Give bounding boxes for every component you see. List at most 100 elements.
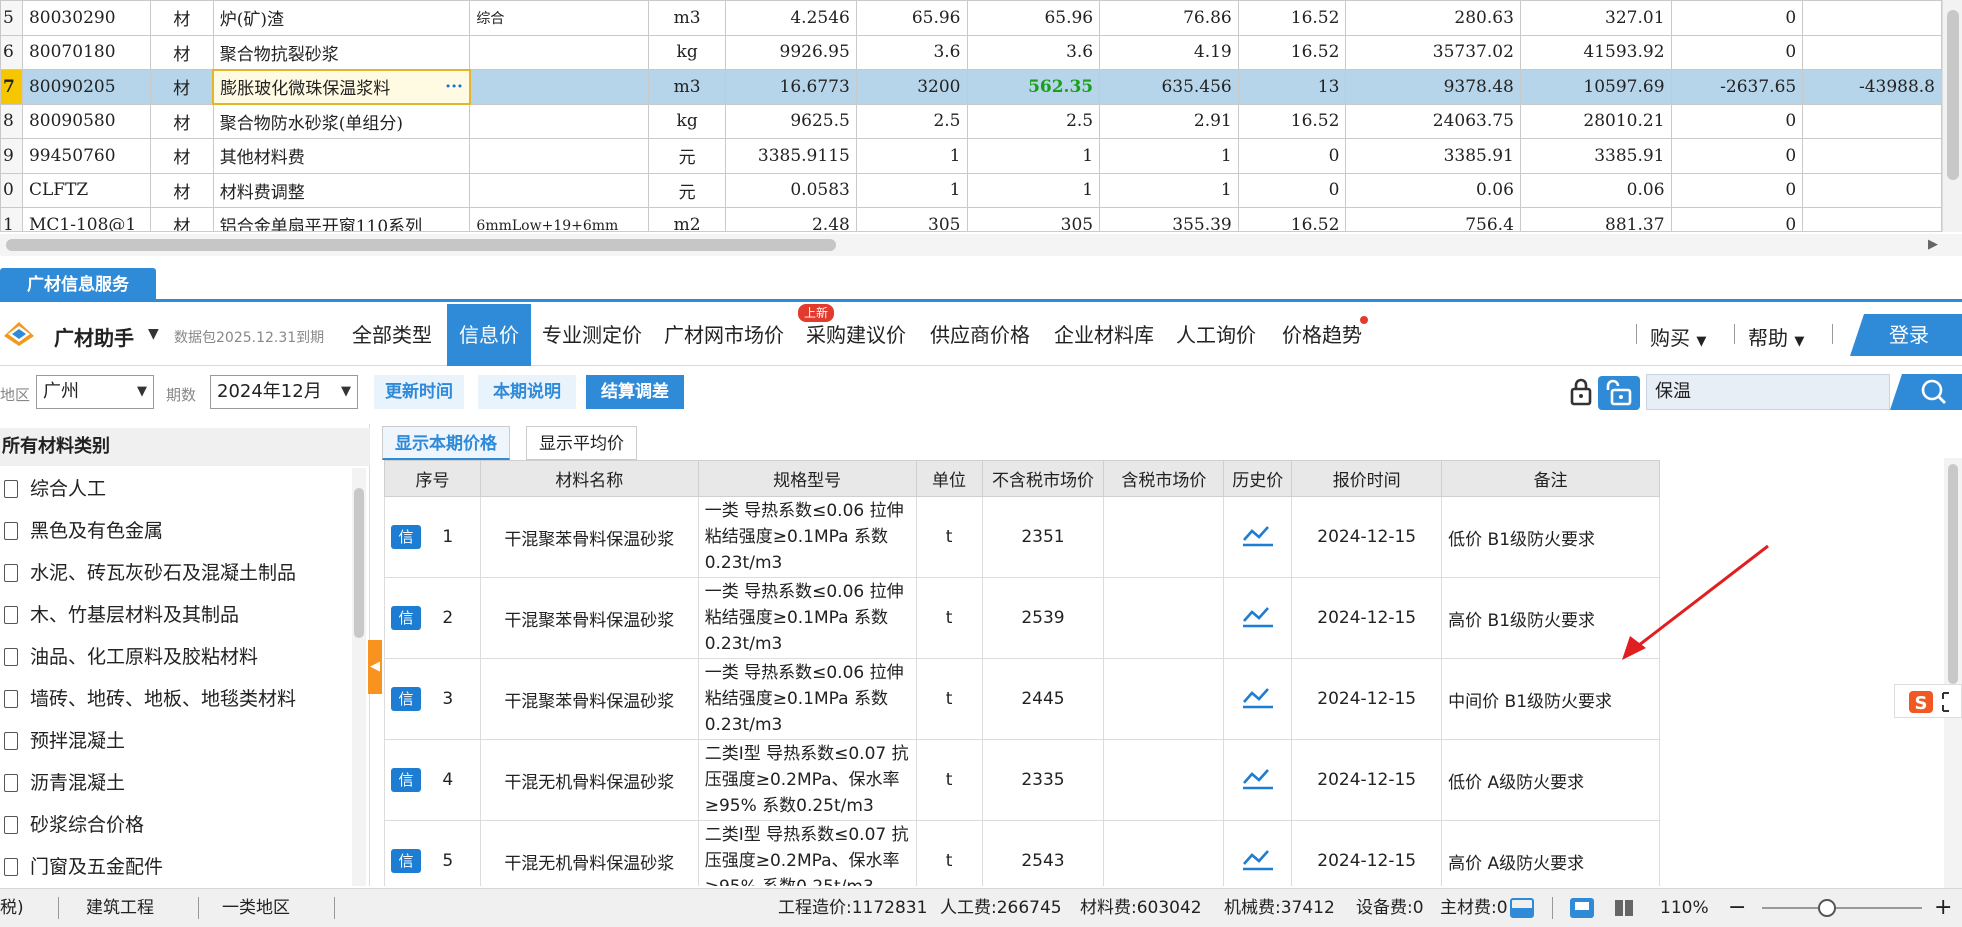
- cell-no[interactable]: 信 3: [384, 658, 481, 740]
- cell-history[interactable]: [1223, 658, 1293, 740]
- cell-price[interactable]: 2445: [981, 658, 1105, 740]
- cell-price-diff[interactable]: 0: [1670, 103, 1804, 139]
- cell-price[interactable]: 2.5: [855, 103, 968, 139]
- cell-amount[interactable]: 0.06: [1345, 172, 1521, 208]
- cell-type[interactable]: 材: [149, 207, 214, 231]
- cell-code[interactable]: 99450760: [21, 138, 151, 174]
- category-item[interactable]: 黑色及有色金属: [0, 510, 163, 552]
- category-item[interactable]: 水泥、砖瓦灰砂石及混凝土制品: [0, 552, 296, 594]
- cell-quantity[interactable]: 4.2546: [725, 0, 857, 36]
- cell-spec[interactable]: 一类 导热系数≤0.06 拉伸粘结强度≥0.1MPa 系数0.23t/m3: [697, 658, 917, 740]
- cell-code[interactable]: CLFTZ: [21, 172, 151, 208]
- cell-code[interactable]: 80090205: [21, 69, 151, 105]
- assistant-menu[interactable]: 广材助手: [54, 322, 134, 351]
- cell-unit[interactable]: t: [915, 739, 983, 821]
- layout-split-icon[interactable]: [1610, 896, 1638, 920]
- tab-material-info-service[interactable]: 广材信息服务: [0, 268, 156, 302]
- cell-name[interactable]: 聚合物抗裂砂浆: [212, 34, 471, 70]
- category-item[interactable]: 沥青混凝土: [0, 762, 125, 804]
- cell-spec[interactable]: 一类 导热系数≤0.06 拉伸粘结强度≥0.1MPa 系数0.23t/m3: [697, 577, 917, 659]
- cell-tax-price[interactable]: 2.91: [1099, 103, 1239, 139]
- cell-spec[interactable]: [469, 172, 650, 208]
- cell-quantity[interactable]: 9625.5: [725, 103, 857, 139]
- cell-price-diff[interactable]: 0: [1670, 34, 1804, 70]
- cell-diff-total[interactable]: [1802, 34, 1942, 70]
- cell-unit[interactable]: 元: [648, 138, 726, 174]
- cell-market-price[interactable]: 1: [966, 172, 1101, 208]
- cell-diff-total[interactable]: [1802, 207, 1942, 231]
- cell-diff-total[interactable]: [1802, 103, 1942, 139]
- cell-material-name[interactable]: 干混无机骨料保温砂浆: [479, 820, 699, 886]
- grid-row[interactable]: 7 80090205 材膨胀玻化微珠保温浆料 ··· m3 16.6773 3200 562.…: [0, 68, 1942, 105]
- cell-spec[interactable]: [469, 103, 650, 139]
- layout-bottom-icon[interactable]: [1508, 896, 1536, 920]
- grid-row[interactable]: 1 MC1-108@1 材铝合金单扇平开窗110系列 6mmLow+19+6mm m2 2…: [0, 207, 1942, 231]
- col-header-remark[interactable]: 备注: [1441, 460, 1660, 497]
- ellipsis-button[interactable]: ···: [445, 77, 463, 97]
- trend-chart-icon[interactable]: [1241, 846, 1275, 872]
- cell-diff-total[interactable]: [1802, 0, 1942, 36]
- cell-tax-rate[interactable]: 13: [1237, 69, 1347, 105]
- cell-remark[interactable]: 低价 A级防火要求: [1441, 739, 1660, 821]
- col-header-tax-price[interactable]: 含税市场价: [1103, 460, 1225, 497]
- col-header-spec[interactable]: 规格型号: [697, 460, 917, 497]
- cell-tax-price[interactable]: [1103, 658, 1225, 740]
- cell-remark[interactable]: 高价 A级防火要求: [1441, 820, 1660, 886]
- cell-tax-rate[interactable]: 0: [1237, 138, 1347, 174]
- category-item[interactable]: 综合人工: [0, 468, 106, 510]
- tab-average-price[interactable]: 显示平均价: [526, 426, 637, 460]
- cell-tax-price[interactable]: 1: [1099, 138, 1239, 174]
- cell-tax-amount[interactable]: 28010.21: [1519, 103, 1672, 139]
- cell-price-diff[interactable]: 0: [1670, 172, 1804, 208]
- cell-type[interactable]: 材: [149, 138, 214, 174]
- unlock-icon[interactable]: [1598, 376, 1640, 410]
- zoom-in-icon[interactable]: +: [1934, 889, 1952, 927]
- info-badge[interactable]: 信: [391, 849, 421, 873]
- cell-history[interactable]: [1223, 577, 1293, 659]
- cell-diff-total[interactable]: [1802, 172, 1942, 208]
- cell-amount[interactable]: 3385.91: [1345, 138, 1521, 174]
- cell-market-price[interactable]: 2.5: [966, 103, 1101, 139]
- price-table-scrollbar[interactable]: [1944, 458, 1962, 888]
- cell-name[interactable]: 其他材料费: [212, 138, 471, 174]
- cell-quantity[interactable]: 16.6773: [725, 69, 857, 105]
- trend-chart-icon[interactable]: [1241, 603, 1275, 629]
- cell-spec[interactable]: [469, 69, 650, 105]
- category-scrollbar[interactable]: [352, 468, 366, 886]
- cell-spec[interactable]: [469, 34, 650, 70]
- zoom-out-icon[interactable]: −: [1728, 889, 1746, 927]
- cell-unit[interactable]: kg: [648, 34, 726, 70]
- cell-tax-price[interactable]: [1103, 577, 1225, 659]
- cell-spec[interactable]: 二类I型 导热系数≤0.07 抗压强度≥0.2MPa、保水率≥95% 系数0.2…: [697, 820, 917, 886]
- cell-tax-price[interactable]: 76.86: [1099, 0, 1239, 36]
- cell-diff-total[interactable]: [1802, 138, 1942, 174]
- cell-price[interactable]: 3200: [855, 69, 968, 105]
- cell-material-name[interactable]: 干混无机骨料保温砂浆: [479, 739, 699, 821]
- cell-material-name[interactable]: 干混聚苯骨料保温砂浆: [479, 496, 699, 578]
- row-number[interactable]: 1: [0, 207, 23, 231]
- category-item[interactable]: 油品、化工原料及胶粘材料: [0, 636, 258, 678]
- table-row[interactable]: 信 5 干混无机骨料保温砂浆 二类I型 导热系数≤0.07 抗压强度≥0.2MP…: [384, 820, 1660, 886]
- trend-chart-icon[interactable]: [1241, 765, 1275, 791]
- cell-market-price[interactable]: 3.6: [966, 34, 1101, 70]
- row-number[interactable]: 6: [0, 34, 23, 70]
- cell-date[interactable]: 2024-12-15: [1291, 577, 1443, 659]
- table-row[interactable]: 信 3 干混聚苯骨料保温砂浆 一类 导热系数≤0.06 拉伸粘结强度≥0.1MP…: [384, 658, 1660, 740]
- cell-history[interactable]: [1223, 496, 1293, 578]
- nav-enterprise-library[interactable]: 企业材料库: [1042, 304, 1166, 366]
- cell-type[interactable]: 材: [149, 172, 214, 208]
- cell-remark[interactable]: 中间价 B1级防火要求: [1441, 658, 1660, 740]
- cell-market-price[interactable]: 1: [966, 138, 1101, 174]
- grid-row[interactable]: 6 80070180 材聚合物抗裂砂浆 kg 9926.95 3.6 3.6 4.19 16.5…: [0, 34, 1942, 70]
- nav-professional-price[interactable]: 专业测定价: [530, 304, 654, 366]
- cell-price[interactable]: 2335: [981, 739, 1105, 821]
- cell-tax-amount[interactable]: 881.37: [1519, 207, 1672, 231]
- cell-unit[interactable]: kg: [648, 103, 726, 139]
- nav-supplier-price[interactable]: 供应商价格: [918, 304, 1042, 366]
- col-header-no[interactable]: 序号: [384, 460, 481, 497]
- region-select[interactable]: 广州 ▼: [36, 375, 154, 409]
- cell-tax-rate[interactable]: 16.52: [1237, 34, 1347, 70]
- cell-unit[interactable]: t: [915, 658, 983, 740]
- collapse-panel-handle[interactable]: ◀: [368, 640, 382, 694]
- category-item[interactable]: 墙砖、地砖、地板、地毯类材料: [0, 678, 296, 720]
